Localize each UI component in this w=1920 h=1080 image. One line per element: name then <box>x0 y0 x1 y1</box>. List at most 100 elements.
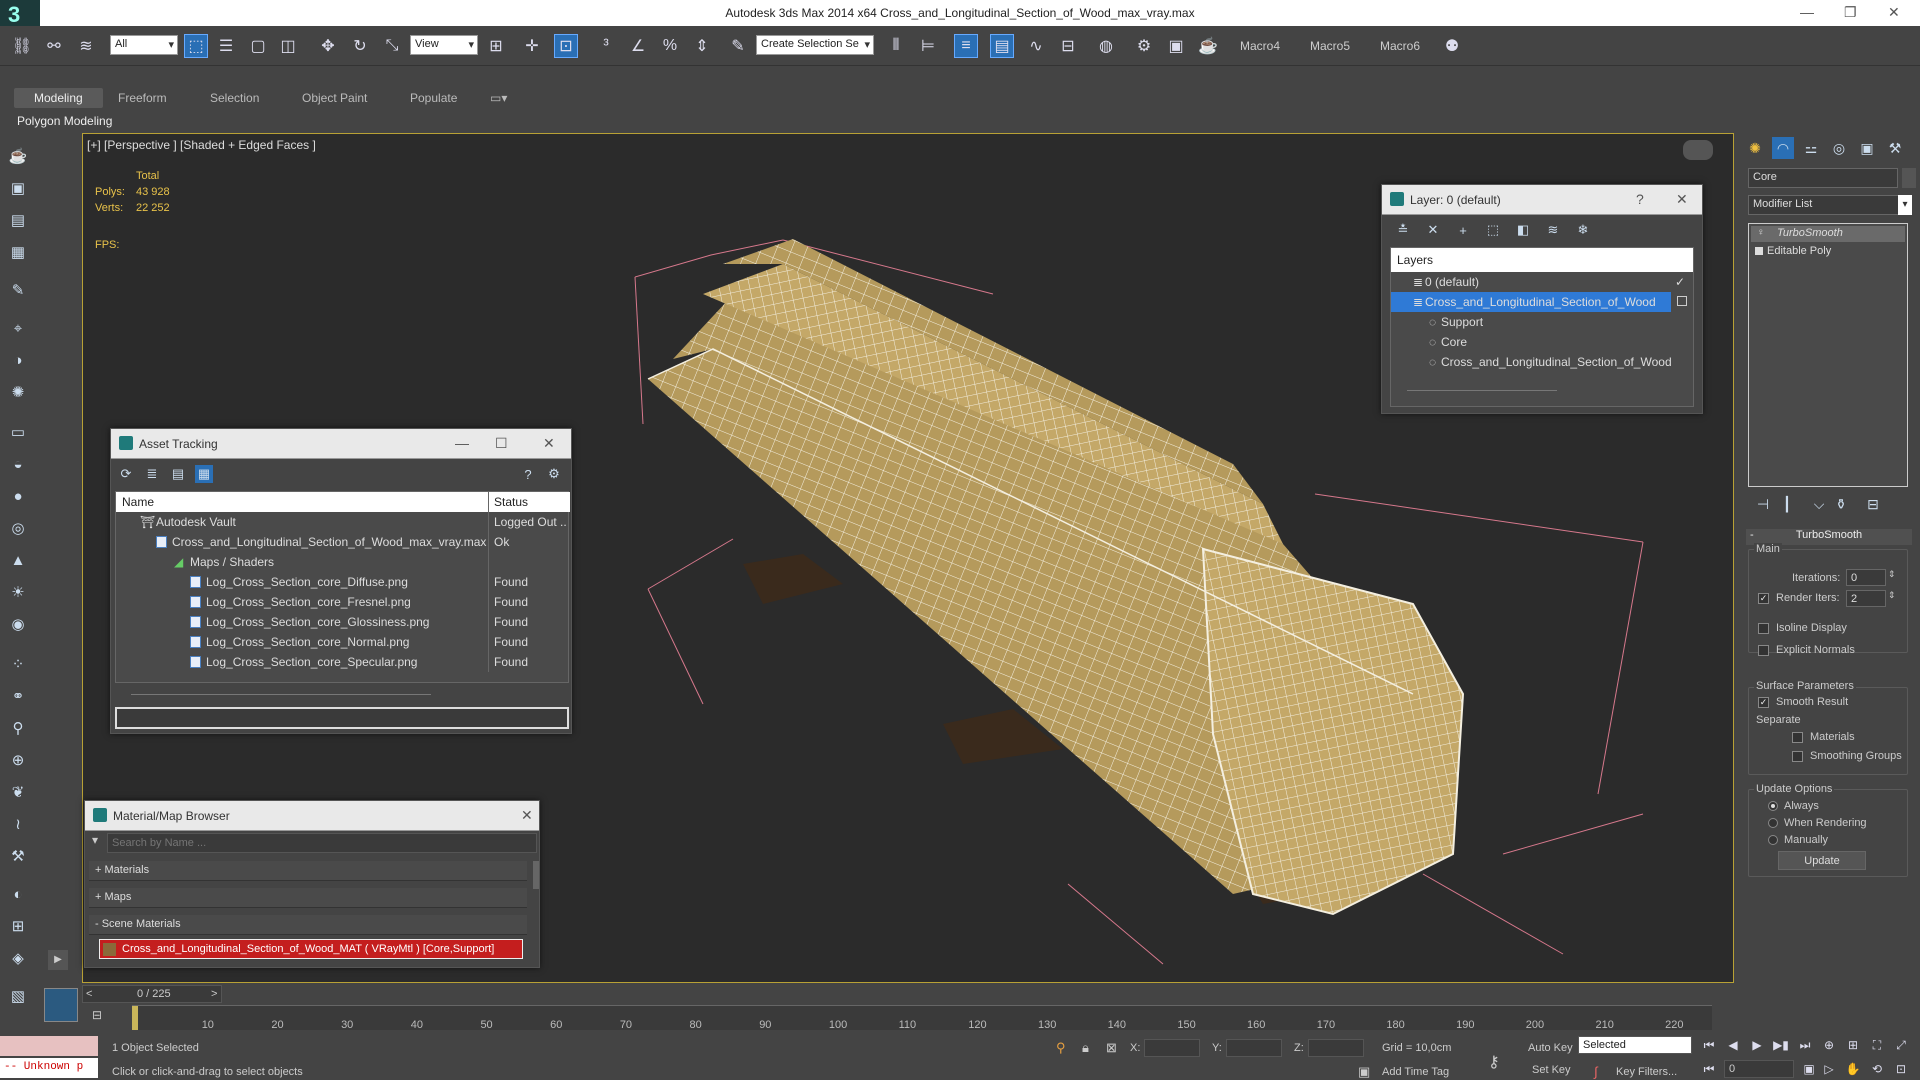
restore-icon[interactable]: ❐ <box>1844 4 1857 21</box>
add-to-layer-icon[interactable]: + <box>1454 221 1472 239</box>
layer-window-titlebar[interactable]: Layer: 0 (default) ? ✕ <box>1382 185 1702 215</box>
table-row[interactable]: Log_Cross_Section_core_Normal.png Found <box>116 632 570 652</box>
vray-icon[interactable]: ◈ <box>6 946 30 970</box>
add-time-tag[interactable]: Add Time Tag <box>1382 1066 1449 1078</box>
table-view-icon[interactable]: ▦ <box>195 465 213 483</box>
absolute-mode-icon[interactable]: ⊠ <box>1106 1040 1117 1056</box>
selection-filter-dropdown[interactable]: All <box>110 35 178 55</box>
always-radio[interactable] <box>1768 801 1778 811</box>
go-to-start-icon[interactable]: ⏮ <box>1700 1036 1718 1054</box>
column-status[interactable]: Status <box>494 495 528 509</box>
render-iters-spinner[interactable]: 2 <box>1846 590 1886 607</box>
rendered-frame-window-icon[interactable]: ▣ <box>1164 34 1188 58</box>
list-icon[interactable]: ≣ <box>143 465 161 483</box>
percent-snap-icon[interactable]: % <box>658 34 682 58</box>
update-button[interactable]: Update <box>1778 851 1866 870</box>
modify-tab-icon[interactable]: ◠ <box>1772 137 1794 159</box>
unlink-icon[interactable]: ⚯ <box>42 34 66 58</box>
hemisphere-icon[interactable]: ◒ <box>6 452 30 476</box>
table-row[interactable]: Log_Cross_Section_core_Fresnel.png Found <box>116 592 570 612</box>
scene-explorer-icon[interactable]: ⊞ <box>6 914 30 938</box>
box-icon[interactable]: ▭ <box>6 420 30 444</box>
motion-tab-icon[interactable]: ◎ <box>1828 137 1850 159</box>
cube-map-icon[interactable]: ▧ <box>6 984 30 1008</box>
show-end-result-icon[interactable]: ┃ <box>1776 493 1798 515</box>
path-field[interactable] <box>115 707 569 729</box>
viewcube-icon[interactable] <box>1683 140 1713 160</box>
cone-icon[interactable]: ▲ <box>6 548 30 572</box>
tab-selection[interactable]: Selection <box>210 91 259 105</box>
scale-icon[interactable]: ⤡ <box>380 34 404 58</box>
separate-materials-checkbox[interactable] <box>1792 732 1803 743</box>
auto-key-button[interactable]: Auto Key <box>1528 1042 1573 1054</box>
horizontal-scrollbar[interactable] <box>1407 390 1557 391</box>
render-production-icon[interactable]: ☕ <box>1196 34 1220 58</box>
material-editor-icon[interactable]: ◍ <box>1094 34 1118 58</box>
curve-editor-icon[interactable]: ∿ <box>1024 34 1048 58</box>
select-in-layer-icon[interactable]: ⬚ <box>1484 221 1502 239</box>
mini-listener-icon[interactable] <box>44 988 78 1022</box>
close-icon[interactable]: ✕ <box>1888 4 1900 21</box>
remove-modifier-icon[interactable]: ⚱ <box>1830 493 1852 515</box>
lightbulb-icon[interactable]: ♀ <box>1757 227 1765 238</box>
table-row[interactable]: Log_Cross_Section_core_Diffuse.png Found <box>116 572 570 592</box>
maximize-icon[interactable]: ☐ <box>495 435 508 452</box>
edit-named-selection-icon[interactable]: ✎ <box>726 34 750 58</box>
select-manipulate-icon[interactable]: ✛ <box>520 34 544 58</box>
manually-radio[interactable] <box>1768 835 1778 845</box>
set-current-box[interactable] <box>1677 296 1687 306</box>
orbit-icon[interactable]: ⟲ <box>1868 1060 1886 1078</box>
close-icon[interactable]: ✕ <box>1676 191 1688 208</box>
reference-coordinate-dropdown[interactable]: View <box>410 35 478 55</box>
camera-icon[interactable]: ⌖ <box>6 316 30 340</box>
spinner-snap-icon[interactable]: ⇕ <box>690 34 714 58</box>
isoline-display-checkbox[interactable] <box>1758 623 1769 634</box>
search-input[interactable] <box>107 833 537 853</box>
macro4-button[interactable]: Macro4 <box>1240 39 1280 53</box>
lock-icon[interactable]: 🔒︎ <box>1082 1040 1089 1056</box>
minimize-icon[interactable]: — <box>455 435 469 451</box>
teapot-icon[interactable]: ☕ <box>6 144 30 168</box>
layer-manager-icon[interactable]: ≡ <box>954 34 978 58</box>
ribbon-options-icon[interactable]: ▭▾ <box>490 91 507 105</box>
gold-sphere-icon[interactable]: ◉ <box>6 612 30 636</box>
layer-row-selected[interactable]: ≣ Cross_and_Longitudinal_Section_of_Wood <box>1391 292 1671 312</box>
isolate-icon[interactable]: ⚲ <box>1056 1040 1066 1056</box>
maxscript-listener-top[interactable] <box>0 1036 98 1056</box>
lens-icon[interactable]: ◑ <box>6 348 30 372</box>
go-to-end-icon[interactable]: ⏭ <box>1796 1036 1814 1054</box>
browser-options-icon[interactable]: ▾ <box>85 833 105 853</box>
particles-icon[interactable]: ⁘ <box>6 652 30 676</box>
walk-through-icon[interactable]: ⊡ <box>1892 1060 1910 1078</box>
table-icon[interactable]: ▦ <box>6 240 30 264</box>
layer-row[interactable]: ≣ 0 (default) ✓ <box>1391 272 1693 292</box>
paint-icon[interactable]: ✎ <box>6 278 30 302</box>
current-frame-field[interactable]: 0 <box>1724 1060 1794 1078</box>
when-rendering-radio[interactable] <box>1768 818 1778 828</box>
expand-box-icon[interactable] <box>1755 247 1763 255</box>
maximize-viewport-icon[interactable]: ⤢ <box>1892 1036 1910 1054</box>
layer-object-row[interactable]: ◌ Support <box>1391 312 1693 332</box>
table-row[interactable]: ⛩ Autodesk Vault Logged Out .. <box>116 512 570 532</box>
layer-object-row[interactable]: ◌ Core <box>1391 332 1693 352</box>
select-by-name-icon[interactable]: ☰ <box>214 34 238 58</box>
rotate-icon[interactable]: ↻ <box>348 34 372 58</box>
iterations-spinner[interactable]: 0 <box>1846 569 1886 586</box>
close-icon[interactable]: ✕ <box>543 435 555 452</box>
plant-icon[interactable]: ❦ <box>6 780 30 804</box>
lens-sphere-icon[interactable]: ◐ <box>6 882 30 906</box>
window-crossing-icon[interactable]: ◫ <box>276 34 300 58</box>
options-icon[interactable]: ⚙ <box>545 465 563 483</box>
move-icon[interactable]: ✥ <box>316 34 340 58</box>
highlight-layer-icon[interactable]: ◧ <box>1514 221 1532 239</box>
smooth-result-checkbox[interactable]: ✓ <box>1758 697 1769 708</box>
render-iters-checkbox[interactable]: ✓ <box>1758 593 1769 604</box>
table-row[interactable]: Log_Cross_Section_core_Specular.png Foun… <box>116 652 570 672</box>
key-filters-button[interactable]: Key Filters... <box>1616 1066 1677 1078</box>
help-icon[interactable]: ? <box>1636 191 1644 207</box>
hair-icon[interactable]: ≀ <box>6 812 30 836</box>
macro5-button[interactable]: Macro5 <box>1310 39 1350 53</box>
table-row[interactable]: Cross_and_Longitudinal_Section_of_Wood_m… <box>116 532 570 552</box>
vertical-scrollbar[interactable] <box>533 861 539 889</box>
pivot-center-icon[interactable]: ⊞ <box>484 34 508 58</box>
